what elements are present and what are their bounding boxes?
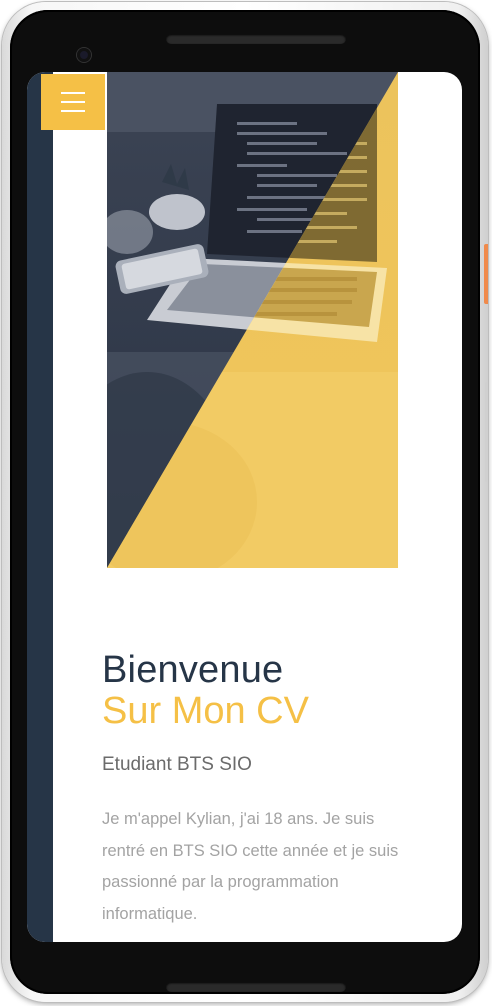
heading-cv: Sur Mon CV — [102, 690, 309, 732]
intro-section: Bienvenue Sur Mon CV Etudiant BTS SIO Je… — [102, 650, 422, 930]
phone-screen: Bienvenue Sur Mon CV Etudiant BTS SIO Je… — [27, 72, 462, 942]
hero-illustration — [107, 72, 398, 568]
intro-paragraph: Je m'appel Kylian, j'ai 18 ans. Je suis … — [102, 810, 399, 923]
power-button — [484, 244, 488, 304]
bottom-speaker — [166, 982, 346, 992]
front-camera-icon — [77, 48, 91, 62]
heading-welcome: Bienvenue — [102, 649, 284, 691]
subtitle: Etudiant BTS SIO — [102, 754, 252, 775]
hamburger-menu-icon — [61, 92, 85, 112]
volume-button — [485, 382, 488, 482]
earpiece-speaker — [166, 34, 346, 44]
sidebar-strip — [27, 72, 53, 942]
hamburger-menu-button[interactable] — [41, 74, 105, 130]
hero-image — [107, 72, 398, 568]
